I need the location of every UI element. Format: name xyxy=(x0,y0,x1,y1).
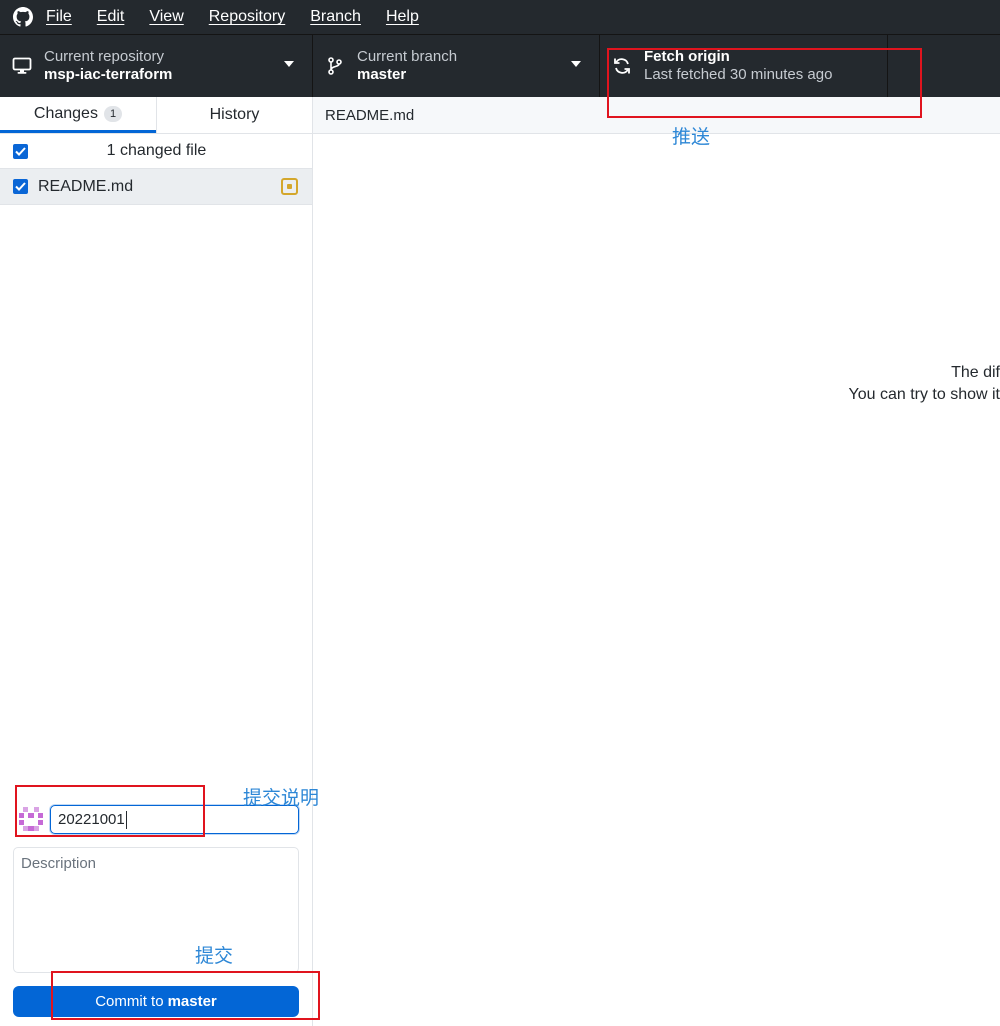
git-branch-icon xyxy=(313,57,357,75)
diff-message-line2: You can try to show it xyxy=(848,386,1000,403)
fetch-annotation: 推送 xyxy=(672,126,711,148)
fetch-highlight-box xyxy=(607,48,922,118)
commit-highlight-box xyxy=(51,971,320,1020)
changed-files-count: 1 changed file xyxy=(106,142,207,159)
menu-branch[interactable]: Branch xyxy=(310,8,361,26)
branch-label: Current branch xyxy=(357,48,458,65)
chevron-down-icon xyxy=(571,61,581,67)
sidebar-tabs: Changes 1 History xyxy=(0,97,312,134)
description-placeholder: Description xyxy=(21,855,97,872)
select-all-checkbox[interactable] xyxy=(13,143,28,159)
chevron-down-icon xyxy=(284,61,294,67)
menu-repository[interactable]: Repository xyxy=(209,8,285,26)
menu-edit[interactable]: Edit xyxy=(97,8,125,26)
repository-label: Current repository xyxy=(44,48,165,65)
commit-description-field[interactable]: Description xyxy=(13,847,299,973)
menu-view[interactable]: View xyxy=(149,8,183,26)
current-repository-button[interactable]: Current repository msp-iac-terraform xyxy=(0,35,313,97)
desktop-icon xyxy=(0,57,44,75)
menu-file[interactable]: File xyxy=(46,8,72,26)
diff-file-name: README.md xyxy=(325,106,415,124)
summary-annotation: 提交说明 xyxy=(243,787,320,809)
changes-count-badge: 1 xyxy=(103,105,123,122)
file-modified-icon xyxy=(281,178,298,195)
tab-history-label: History xyxy=(209,106,260,123)
github-logo-icon xyxy=(0,0,46,34)
menu-bar: File Edit View Repository Branch Help xyxy=(0,0,1000,34)
branch-name: master xyxy=(357,66,407,83)
tab-changes[interactable]: Changes 1 xyxy=(0,97,156,133)
file-include-checkbox[interactable] xyxy=(13,179,28,194)
diff-message-line1: The dif xyxy=(951,364,1000,381)
commit-annotation: 提交 xyxy=(195,945,234,967)
current-branch-button[interactable]: Current branch master xyxy=(313,35,600,97)
changed-files-header: 1 changed file xyxy=(0,134,312,169)
file-name: README.md xyxy=(38,177,134,195)
list-item[interactable]: README.md xyxy=(0,169,312,205)
menu-help[interactable]: Help xyxy=(386,8,419,26)
tab-changes-label: Changes xyxy=(33,104,98,122)
repository-name: msp-iac-terraform xyxy=(44,66,173,83)
summary-highlight-box xyxy=(15,785,205,837)
tab-history[interactable]: History xyxy=(156,97,312,133)
